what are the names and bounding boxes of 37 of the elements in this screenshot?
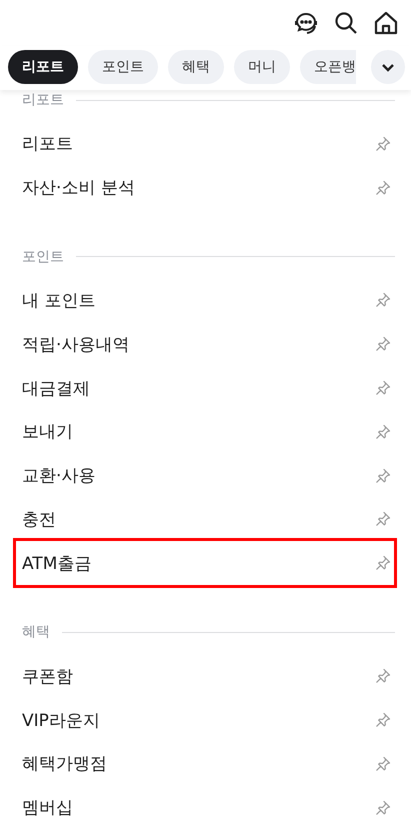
chevron-down-icon xyxy=(381,62,395,72)
section-heading: 혜택 xyxy=(22,623,50,642)
home-icon[interactable] xyxy=(373,10,399,36)
pin-icon[interactable] xyxy=(375,424,391,440)
expand-tabs-button[interactable] xyxy=(371,50,405,84)
pin-icon[interactable] xyxy=(375,555,391,572)
category-tab[interactable]: 혜택 xyxy=(168,50,224,84)
chat-support-icon[interactable] xyxy=(293,10,319,36)
pin-icon[interactable] xyxy=(375,668,391,684)
menu-item[interactable]: 교환·사용 xyxy=(0,454,411,498)
pin-icon[interactable] xyxy=(375,800,391,816)
category-tab[interactable]: 오픈뱅 xyxy=(300,50,356,84)
pin-icon[interactable] xyxy=(375,756,391,772)
pin-icon[interactable] xyxy=(375,336,391,352)
menu-item[interactable]: 대금결제 xyxy=(0,366,411,410)
pin-icon[interactable] xyxy=(375,468,391,484)
menu-item[interactable]: 내 포인트 xyxy=(0,278,411,322)
category-tab[interactable]: 포인트 xyxy=(88,50,158,84)
pin-icon[interactable] xyxy=(375,712,391,728)
menu-item[interactable]: 멤버십 xyxy=(0,786,411,828)
pin-icon[interactable] xyxy=(375,511,391,528)
category-tab[interactable]: 머니 xyxy=(234,50,290,84)
search-icon[interactable] xyxy=(334,11,358,35)
pin-icon[interactable] xyxy=(375,380,391,396)
section-heading: 리포트 xyxy=(22,91,64,109)
menu-item[interactable]: 적립·사용내역 xyxy=(0,322,411,366)
menu-item[interactable]: 쿠폰함 xyxy=(0,654,411,698)
menu-item[interactable]: 혜택가맹점 xyxy=(0,742,411,786)
menu-item[interactable]: VIP라운지 xyxy=(0,698,411,742)
category-tab[interactable]: 리포트 xyxy=(8,50,78,84)
menu-item[interactable]: 보내기 xyxy=(0,410,411,454)
menu-item[interactable]: 리포트 xyxy=(0,122,411,166)
menu-item[interactable]: 자산·소비 분석 xyxy=(0,166,411,210)
section-heading: 포인트 xyxy=(22,248,64,266)
pin-icon[interactable] xyxy=(375,136,391,152)
pin-icon[interactable] xyxy=(375,180,391,196)
pin-icon[interactable] xyxy=(375,292,391,308)
